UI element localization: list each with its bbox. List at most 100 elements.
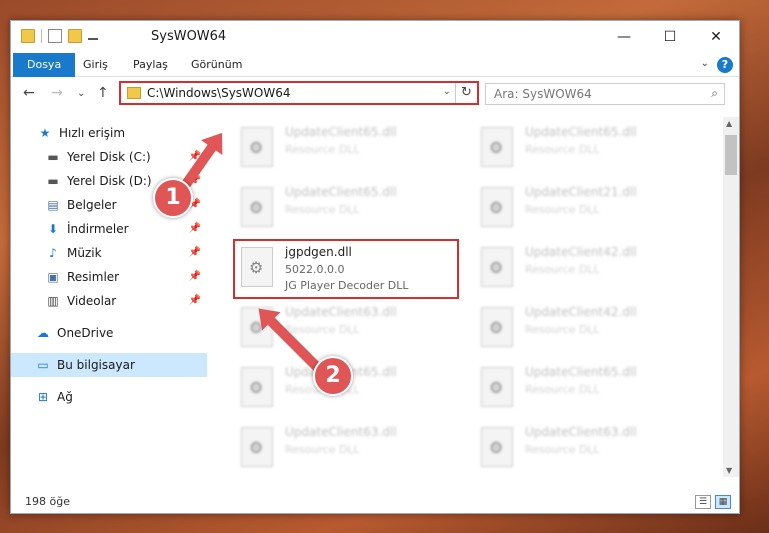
file-name: UpdateClient21.dll [525,185,637,199]
sidebar-item-pictures[interactable]: ▣ Resimler 📌 [11,265,207,289]
file-description: Resource DLL [285,143,360,156]
file-tile[interactable]: UpdateClient63.dll Resource DLL [235,421,455,473]
drive-icon: ▬ [47,150,59,164]
file-description: Resource DLL [525,383,600,396]
back-arrow-icon[interactable]: ← [23,85,35,101]
title-bar: SysWOW64 — ☐ ✕ [11,21,739,53]
sidebar-item-label: Belgeler [67,198,117,212]
sidebar-item-label: İndirmeler [67,222,129,236]
minimize-button[interactable]: — [601,21,647,53]
sidebar-item-local-disk-c[interactable]: ▬ Yerel Disk (C:) 📌 [11,145,207,169]
dll-file-icon [481,127,513,167]
dll-file-icon [481,427,513,467]
file-name: UpdateClient42.dll [525,305,637,319]
file-tile[interactable]: UpdateClient63.dll Resource DLL [475,421,695,473]
file-name: UpdateClient63.dll [285,425,397,439]
forward-arrow-icon[interactable]: → [51,85,63,101]
search-box[interactable]: Ara: SysWOW64 ⌕ [485,83,725,105]
details-view-icon[interactable]: ☰ [695,495,711,509]
file-tile[interactable]: UpdateClient65.dll Resource DLL [475,361,695,413]
file-description: Resource DLL [525,443,600,456]
pin-icon[interactable]: 📌 [189,271,201,282]
sidebar-item-onedrive[interactable]: ☁ OneDrive [11,321,207,345]
search-input[interactable]: Ara: SysWOW64 [494,87,592,101]
customize-toolbar-icon[interactable] [88,32,98,40]
file-tile[interactable]: UpdateClient42.dll Resource DLL [475,301,695,353]
dll-file-icon [241,367,273,407]
help-icon[interactable]: ? [717,57,733,73]
sidebar-item-quick-access[interactable]: ★ Hızlı erişim [11,121,207,145]
expand-ribbon-icon[interactable]: ⌄ [701,58,709,69]
item-count: 198 öğe [25,495,70,508]
up-arrow-icon[interactable]: ↑ [97,85,109,101]
file-name: UpdateClient63.dll [285,305,397,319]
dll-file-icon [241,187,273,227]
file-description: Resource DLL [285,323,360,336]
sidebar-item-label: Bu bilgisayar [57,358,135,372]
file-description: Resource DLL [525,263,600,276]
scroll-down-icon[interactable]: ▼ [726,466,732,475]
vertical-scrollbar[interactable]: ▲ ▼ [723,117,739,477]
address-path[interactable]: C:\Windows\SysWOW64 [147,86,291,100]
pictures-icon: ▣ [47,270,59,284]
tab-file[interactable]: Dosya [13,53,76,77]
close-button[interactable]: ✕ [693,21,739,53]
download-icon: ⬇ [47,222,59,236]
scroll-up-icon[interactable]: ▲ [726,119,732,128]
tab-share[interactable]: Paylaş [123,53,178,77]
recent-locations-icon[interactable]: ⌄ [77,88,85,99]
sidebar-item-downloads[interactable]: ⬇ İndirmeler 📌 [11,217,207,241]
file-tile[interactable]: UpdateClient21.dll Resource DLL [475,181,695,233]
file-name: UpdateClient63.dll [525,425,637,439]
sidebar-item-label: OneDrive [57,326,114,340]
address-bar[interactable]: C:\Windows\SysWOW64 ⌄ ↻ [119,81,479,105]
file-description: Resource DLL [285,443,360,456]
file-tile[interactable]: UpdateClient65.dll Resource DLL [235,121,455,173]
address-dropdown-icon[interactable]: ⌄ [443,86,451,97]
dll-file-icon [481,367,513,407]
sidebar-item-music[interactable]: ♪ Müzik 📌 [11,241,207,265]
file-tile[interactable]: UpdateClient65.dll Resource DLL [235,181,455,233]
star-icon: ★ [39,126,51,140]
quick-access-toolbar [21,29,98,43]
sidebar-item-network[interactable]: ⊞ Ağ [11,385,207,409]
sidebar-item-this-pc[interactable]: ▭ Bu bilgisayar [11,353,207,377]
sidebar-item-label: Yerel Disk (C:) [67,150,151,164]
cloud-icon: ☁ [37,326,49,340]
sidebar-item-label: Resimler [67,270,120,284]
music-icon: ♪ [49,246,57,260]
sidebar-item-label: Müzik [67,246,102,260]
tab-home[interactable]: Giriş [73,53,118,77]
file-tile[interactable]: UpdateClient42.dll Resource DLL [475,241,695,293]
refresh-button[interactable]: ↻ [455,83,477,103]
file-name: UpdateClient65.dll [285,125,397,139]
dll-file-icon [481,187,513,227]
folder-icon [21,29,35,43]
pin-icon[interactable]: 📌 [189,223,201,234]
file-tile[interactable]: UpdateClient65.dll Resource DLL [475,121,695,173]
sidebar-item-videos[interactable]: ▥ Videolar 📌 [11,289,207,313]
tiles-view-icon[interactable]: ▦ [715,495,731,509]
callout-badge-1: 1 [153,178,193,218]
callout-badge-2: 2 [313,356,353,396]
properties-icon[interactable] [48,29,62,43]
file-name: UpdateClient42.dll [525,245,637,259]
tab-view[interactable]: Görünüm [181,53,252,77]
file-name: UpdateClient65.dll [525,365,637,379]
pin-icon[interactable]: 📌 [189,247,201,258]
documents-icon: ▤ [47,198,59,212]
navigation-pane: ★ Hızlı erişim ▬ Yerel Disk (C:) 📌 ▬ Yer… [11,117,207,477]
ribbon: Dosya Giriş Paylaş Görünüm ⌄ ? [11,53,739,77]
maximize-button[interactable]: ☐ [647,21,693,53]
file-description: Resource DLL [525,143,600,156]
file-name: UpdateClient65.dll [285,185,397,199]
dll-file-icon [241,427,273,467]
scrollbar-thumb[interactable] [725,135,737,175]
new-folder-icon[interactable] [68,29,82,43]
status-bar: 198 öğe ☰ ▦ [11,491,739,513]
explorer-window: SysWOW64 — ☐ ✕ Dosya Giriş Paylaş Görünü… [10,20,740,514]
sidebar-item-label: Ağ [57,390,73,404]
pin-icon[interactable]: 📌 [189,295,201,306]
sidebar-item-label: Hızlı erişim [59,126,126,140]
dll-file-icon [241,127,273,167]
